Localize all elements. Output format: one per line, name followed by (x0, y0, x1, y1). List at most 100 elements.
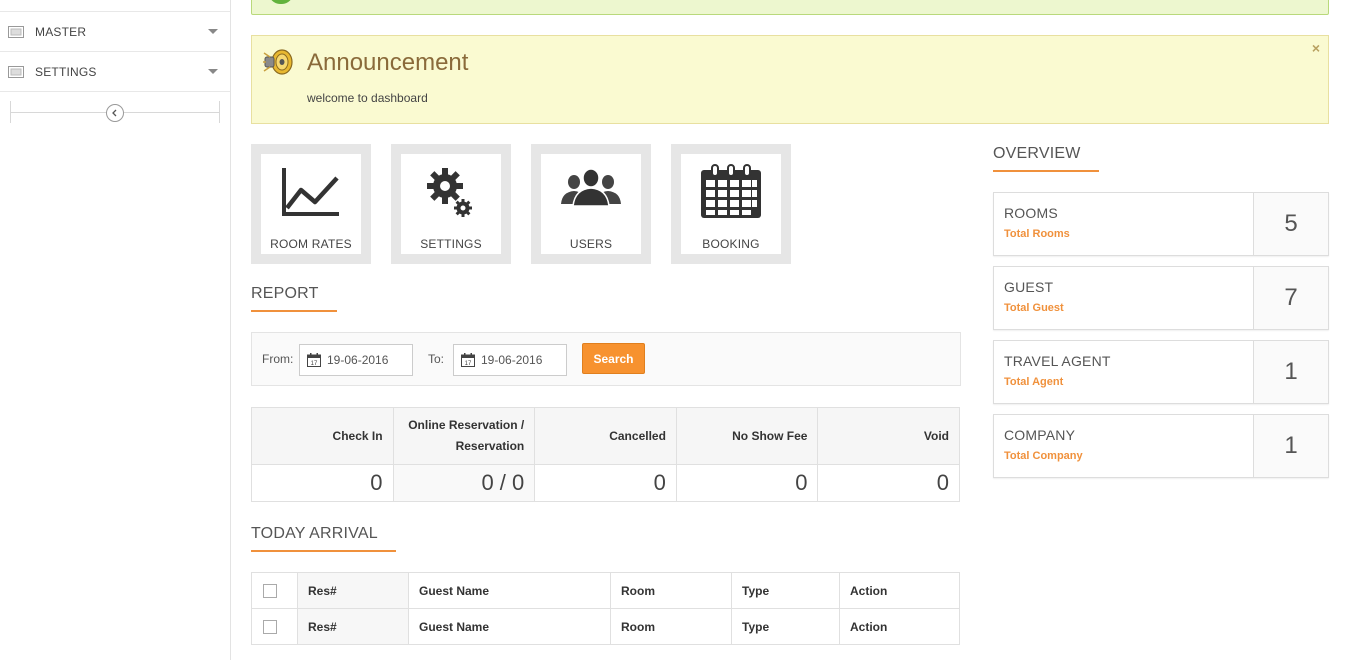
column-header: No Show Fee (675, 407, 819, 465)
tile-settings[interactable]: SETTINGS (391, 144, 511, 264)
column-header: Void (817, 407, 960, 465)
to-date-value: 19-06-2016 (481, 353, 543, 367)
tile-inner: ROOM RATES (261, 154, 361, 254)
tile-label: SETTINGS (420, 237, 482, 251)
overview-card-rooms: ROOMS Total Rooms 5 (993, 192, 1329, 256)
table-cell: Action (839, 572, 960, 609)
today-arrival-table: Res# Guest Name Room Type Action Res# Gu… (251, 572, 960, 645)
table-header-row: Check In Online Reservation / Reservatio… (251, 407, 960, 465)
overview-card-company: COMPANY Total Company 1 (993, 414, 1329, 478)
tile-inner: BOOKING (681, 154, 781, 254)
sidebar-collapse-button[interactable] (106, 104, 124, 122)
table-row: 0 0 / 0 0 0 0 (251, 464, 960, 502)
chevron-left-icon (112, 109, 117, 117)
card-count: 1 (1253, 341, 1328, 403)
overview-card-guest: GUEST Total Guest 7 (993, 266, 1329, 330)
tile-inner: SETTINGS (401, 154, 501, 254)
overview-title: OVERVIEW (993, 145, 1081, 162)
divider (219, 101, 220, 123)
stat-value: 0 (251, 464, 394, 502)
calendar-icon: 17 (461, 353, 475, 367)
table-cell: Room (610, 572, 732, 609)
row-checkbox[interactable] (263, 583, 277, 598)
calendar-icon (681, 164, 781, 220)
row-select-cell (251, 608, 298, 645)
divider (10, 101, 11, 123)
report-filter: From: 17 19-06-2016 To: 17 19-06-2016 Se… (251, 332, 961, 386)
sidebar-item-master[interactable]: MASTER (0, 11, 230, 51)
table-cell: Room (610, 608, 732, 645)
column-header: Online Reservation / Reservation (392, 407, 536, 465)
sidebar-item-label: MASTER (35, 24, 87, 39)
from-date-input[interactable]: 17 19-06-2016 (299, 344, 413, 376)
card-title: COMPANY (1004, 427, 1076, 443)
stat-value: 0 (534, 464, 677, 502)
calendar-icon: 17 (307, 353, 321, 367)
card-subtitle: Total Agent (1004, 376, 1064, 388)
card-subtitle: Total Company (1004, 450, 1083, 462)
close-icon[interactable]: × (1312, 40, 1320, 56)
sidebar-divider (0, 91, 230, 92)
chevron-down-icon (208, 29, 218, 34)
chart-icon (261, 164, 361, 220)
report-stats-table: Check In Online Reservation / Reservatio… (251, 407, 960, 502)
image-icon (8, 25, 24, 38)
card-title: ROOMS (1004, 205, 1058, 221)
sidebar-item-label: SETTINGS (35, 64, 97, 79)
gears-icon (401, 164, 501, 220)
svg-text:17: 17 (465, 361, 472, 367)
from-date-value: 19-06-2016 (327, 353, 389, 367)
table-row: Res# Guest Name Room Type Action (251, 608, 960, 645)
row-checkbox[interactable] (263, 619, 277, 634)
card-count: 7 (1253, 267, 1328, 329)
stat-value: 0 (817, 464, 960, 502)
table-row: Res# Guest Name Room Type Action (251, 572, 960, 609)
card-title: GUEST (1004, 279, 1054, 295)
search-button[interactable]: Search (582, 343, 645, 374)
overview-card-travel-agent: TRAVEL AGENT Total Agent 1 (993, 340, 1329, 404)
tile-room-rates[interactable]: ROOM RATES (251, 144, 371, 264)
table-cell: Action (839, 608, 960, 645)
users-icon (541, 164, 641, 220)
from-label: From: (262, 352, 294, 366)
tile-inner: USERS (541, 154, 641, 254)
to-label: To: (428, 352, 445, 366)
today-arrival-title: TODAY ARRIVAL (251, 525, 378, 542)
card-count: 5 (1253, 193, 1328, 255)
megaphone-icon (263, 49, 293, 75)
card-subtitle: Total Guest (1004, 302, 1064, 314)
table-cell: Type (731, 608, 840, 645)
report-title: REPORT (251, 285, 319, 302)
announcement-panel: Announcement welcome to dashboard × (251, 35, 1329, 124)
table-cell: Res# (297, 572, 409, 609)
divider (251, 550, 396, 552)
table-cell: Guest Name (408, 572, 611, 609)
column-header: Check In (251, 407, 394, 465)
tile-label: USERS (569, 237, 613, 251)
tile-label: ROOM RATES (270, 237, 352, 251)
row-select-cell (251, 572, 298, 609)
sidebar: MASTER SETTINGS (0, 0, 231, 660)
image-icon (8, 65, 24, 78)
card-title: TRAVEL AGENT (1004, 353, 1111, 369)
chevron-down-icon (208, 69, 218, 74)
stat-value: 0 (675, 464, 819, 502)
divider (251, 310, 337, 312)
tile-booking[interactable]: BOOKING (671, 144, 791, 264)
stat-value: 0 / 0 (392, 464, 536, 502)
card-subtitle: Total Rooms (1004, 228, 1070, 240)
table-cell: Guest Name (408, 608, 611, 645)
success-alert (251, 0, 1329, 15)
tile-users[interactable]: USERS (531, 144, 651, 264)
column-header: Cancelled (534, 407, 677, 465)
to-date-input[interactable]: 17 19-06-2016 (453, 344, 567, 376)
svg-text:17: 17 (311, 361, 318, 367)
card-count: 1 (1253, 415, 1328, 477)
sidebar-collapse-row (10, 101, 220, 123)
table-cell: Res# (297, 608, 409, 645)
table-cell: Type (731, 572, 840, 609)
announcement-title: Announcement (307, 49, 469, 76)
divider (993, 170, 1099, 172)
sidebar-item-settings[interactable]: SETTINGS (0, 51, 230, 91)
tile-label: BOOKING (702, 237, 760, 251)
